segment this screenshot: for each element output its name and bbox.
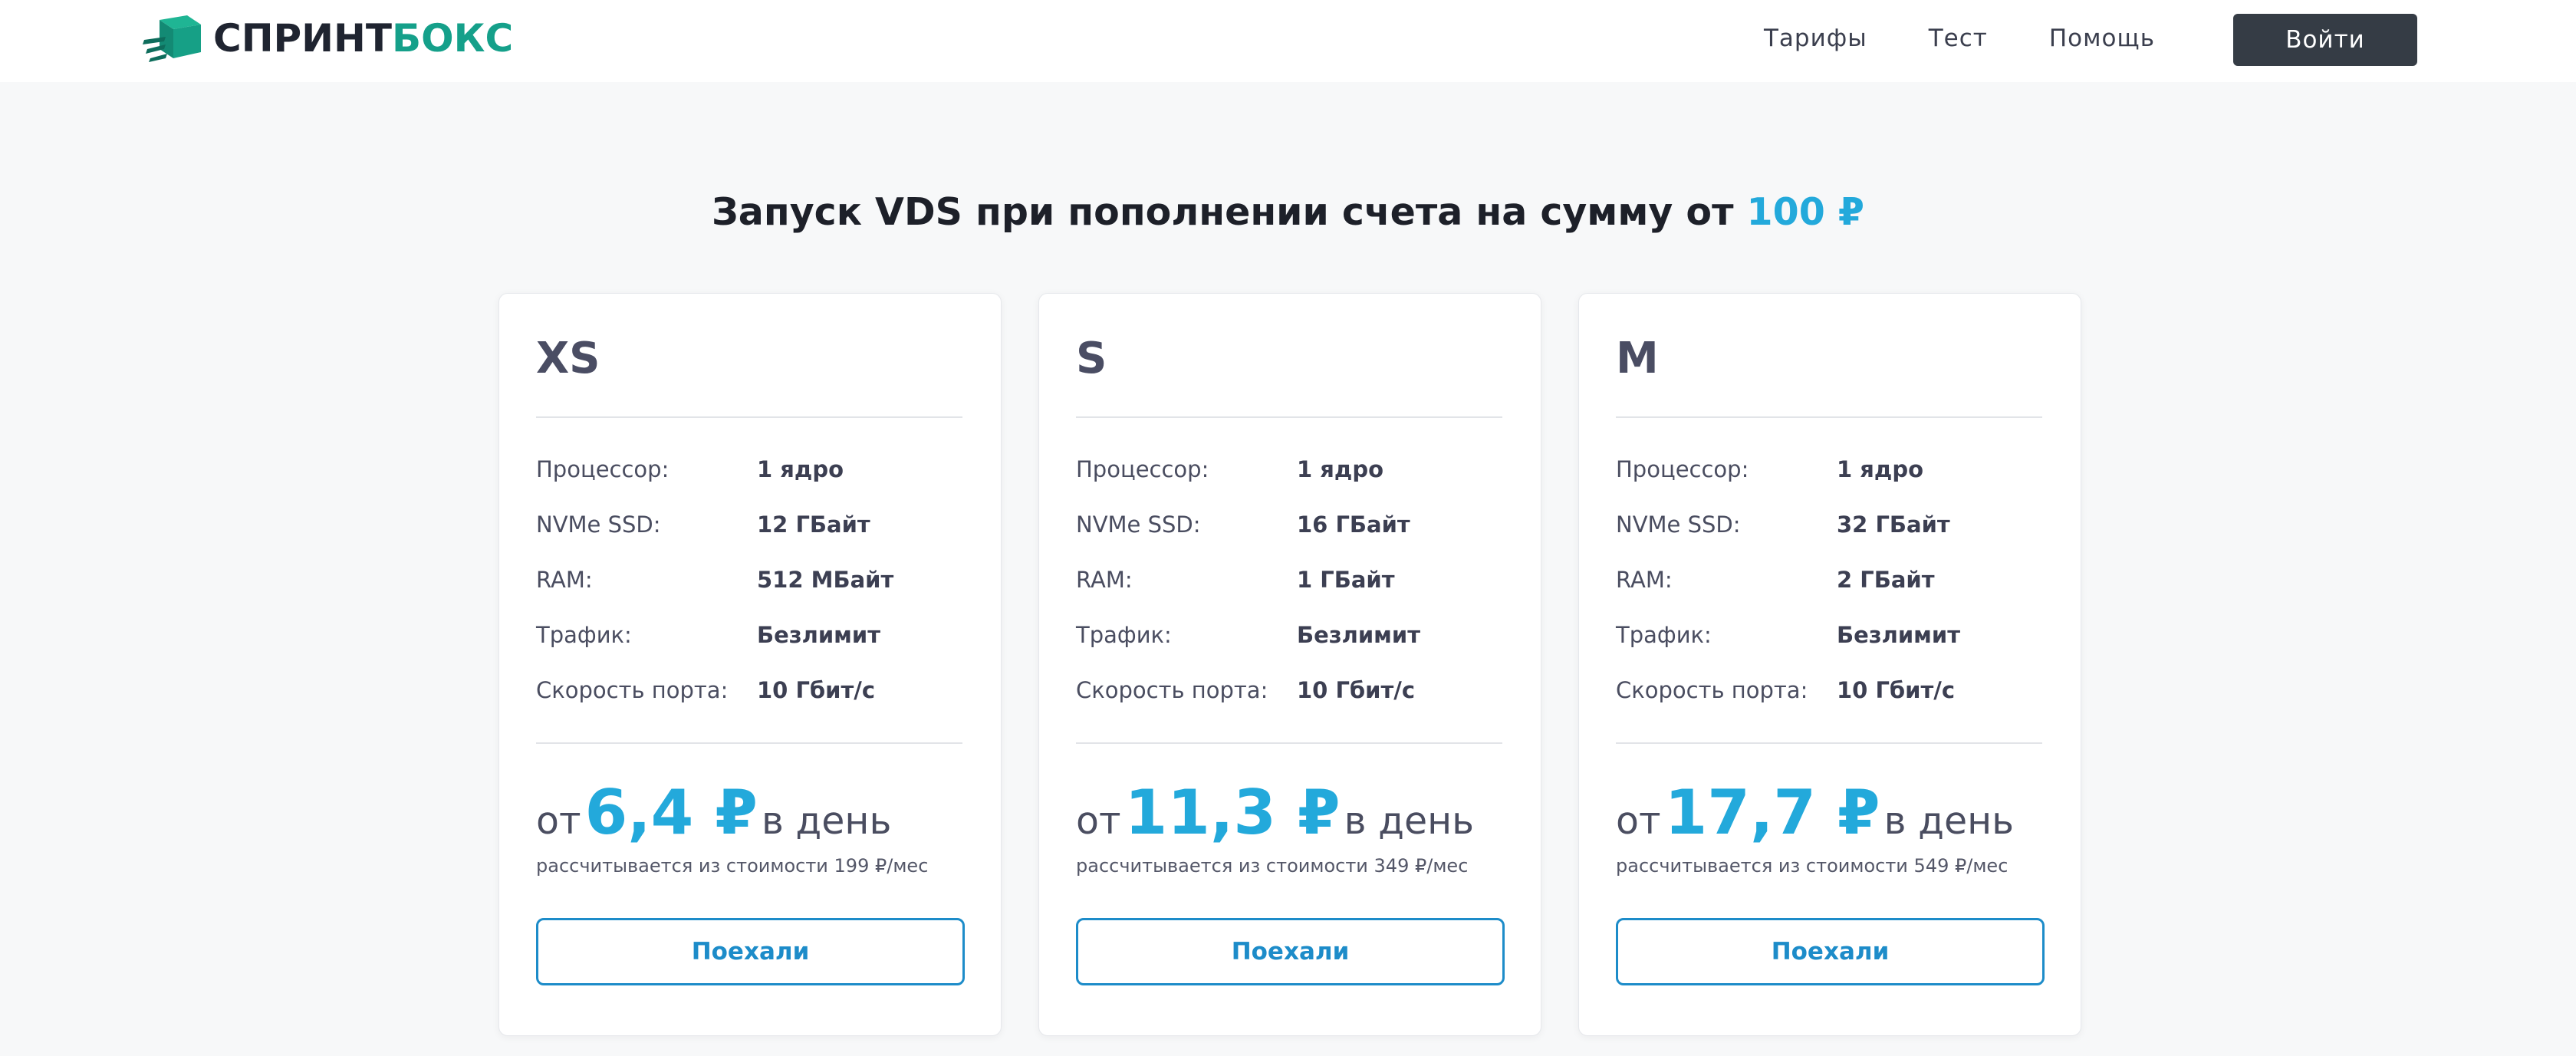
box-arrow-logo-icon — [143, 15, 201, 62]
spec-value: 16 ГБайт — [1297, 512, 1410, 538]
spec-row-ram: RAM: 1 ГБайт — [1076, 567, 1502, 597]
plan-price: от 11,3 ₽ в день — [1076, 777, 1474, 848]
plan-card-xs: XS Процессор: 1 ядро NVMe SSD: 12 ГБайт … — [498, 293, 1002, 1036]
spec-label: Трафик: — [1616, 622, 1712, 648]
spec-value: Безлимит — [1837, 622, 1961, 648]
spec-row-ram: RAM: 2 ГБайт — [1616, 567, 2042, 597]
spec-value: 12 ГБайт — [757, 512, 870, 538]
spec-value: 2 ГБайт — [1837, 567, 1935, 593]
card-divider — [536, 416, 962, 418]
price-suffix: в день — [761, 799, 892, 843]
spec-row-ssd: NVMe SSD: 12 ГБайт — [536, 512, 962, 542]
spec-row-ssd: NVMe SSD: 32 ГБайт — [1616, 512, 2042, 542]
spec-row-port: Скорость порта: 10 Гбит/с — [536, 677, 962, 708]
spec-row-traffic: Трафик: Безлимит — [536, 622, 962, 653]
spec-label: NVMe SSD: — [1616, 512, 1741, 538]
plan-price: от 17,7 ₽ в день — [1616, 777, 2014, 848]
spec-label: NVMe SSD: — [536, 512, 661, 538]
nav-link-test[interactable]: Тест — [1929, 25, 1988, 52]
spec-row-cpu: Процессор: 1 ядро — [536, 456, 962, 487]
spec-value: Безлимит — [1297, 622, 1421, 648]
page-headline: Запуск VDS при пополнении счета на сумму… — [0, 190, 2576, 234]
brand-logo[interactable]: СПРИНТБОКС — [143, 14, 513, 63]
price-suffix: в день — [1344, 799, 1475, 843]
login-button[interactable]: Войти — [2233, 14, 2417, 66]
plan-price: от 6,4 ₽ в день — [536, 777, 891, 848]
spec-row-cpu: Процессор: 1 ядро — [1076, 456, 1502, 487]
spec-row-port: Скорость порта: 10 Гбит/с — [1616, 677, 2042, 708]
spec-value: 1 ГБайт — [1297, 567, 1395, 593]
brand-name: СПРИНТБОКС — [213, 19, 513, 58]
spec-row-traffic: Трафик: Безлимит — [1076, 622, 1502, 653]
spec-value: 1 ядро — [1297, 456, 1383, 482]
plan-title: M — [1616, 334, 1659, 383]
spec-label: Скорость порта: — [1076, 677, 1268, 703]
spec-value: 32 ГБайт — [1837, 512, 1950, 538]
spec-label: RAM: — [1076, 567, 1133, 593]
nav-link-tariffs[interactable]: Тарифы — [1764, 25, 1867, 52]
price-value: 17,7 ₽ — [1664, 777, 1880, 848]
spec-value: 1 ядро — [1837, 456, 1923, 482]
headline-amount: 100 ₽ — [1746, 190, 1864, 234]
spec-row-ram: RAM: 512 МБайт — [536, 567, 962, 597]
site-header: СПРИНТБОКС Тарифы Тест Помощь Войти — [0, 0, 2576, 82]
card-divider — [1616, 742, 2042, 744]
price-suffix: в день — [1883, 799, 2015, 843]
price-value: 11,3 ₽ — [1124, 777, 1341, 848]
spec-value: 10 Гбит/с — [1297, 677, 1416, 703]
price-value: 6,4 ₽ — [584, 777, 758, 848]
card-divider — [1076, 416, 1502, 418]
spec-row-cpu: Процессор: 1 ядро — [1616, 456, 2042, 487]
plan-title: XS — [536, 334, 600, 383]
order-button-m[interactable]: Поехали — [1616, 918, 2045, 985]
nav-link-help[interactable]: Помощь — [2049, 25, 2155, 52]
spec-label: RAM: — [536, 567, 593, 593]
spec-row-ssd: NVMe SSD: 16 ГБайт — [1076, 512, 1502, 542]
spec-row-port: Скорость порта: 10 Гбит/с — [1076, 677, 1502, 708]
price-note: рассчитывается из стоимости 549 ₽/мес — [1616, 855, 2008, 877]
spec-label: RAM: — [1616, 567, 1673, 593]
card-divider — [1076, 742, 1502, 744]
spec-label: Процессор: — [536, 456, 669, 482]
spec-label: Процессор: — [1616, 456, 1749, 482]
brand-name-part1: СПРИНТ — [213, 16, 392, 61]
spec-value: 10 Гбит/с — [757, 677, 876, 703]
main-nav: Тарифы Тест Помощь — [1764, 0, 2216, 77]
spec-label: Трафик: — [536, 622, 632, 648]
order-button-s[interactable]: Поехали — [1076, 918, 1505, 985]
spec-row-traffic: Трафик: Безлимит — [1616, 622, 2042, 653]
spec-label: Процессор: — [1076, 456, 1209, 482]
spec-label: Трафик: — [1076, 622, 1172, 648]
brand-name-part2: БОКС — [391, 16, 514, 61]
plan-card-m: M Процессор: 1 ядро NVMe SSD: 32 ГБайт R… — [1578, 293, 2081, 1036]
price-note: рассчитывается из стоимости 199 ₽/мес — [536, 855, 929, 877]
card-divider — [536, 742, 962, 744]
price-note: рассчитывается из стоимости 349 ₽/мес — [1076, 855, 1469, 877]
plan-title: S — [1076, 334, 1107, 383]
spec-label: Скорость порта: — [536, 677, 729, 703]
price-prefix: от — [1616, 799, 1661, 843]
spec-value: 10 Гбит/с — [1837, 677, 1956, 703]
price-prefix: от — [1076, 799, 1121, 843]
plan-card-s: S Процессор: 1 ядро NVMe SSD: 16 ГБайт R… — [1038, 293, 1541, 1036]
headline-text: Запуск VDS при пополнении счета на сумму… — [712, 190, 1734, 234]
price-prefix: от — [536, 799, 581, 843]
spec-label: NVMe SSD: — [1076, 512, 1201, 538]
spec-value: Безлимит — [757, 622, 881, 648]
spec-value: 1 ядро — [757, 456, 844, 482]
card-divider — [1616, 416, 2042, 418]
spec-label: Скорость порта: — [1616, 677, 1808, 703]
spec-value: 512 МБайт — [757, 567, 894, 593]
order-button-xs[interactable]: Поехали — [536, 918, 965, 985]
